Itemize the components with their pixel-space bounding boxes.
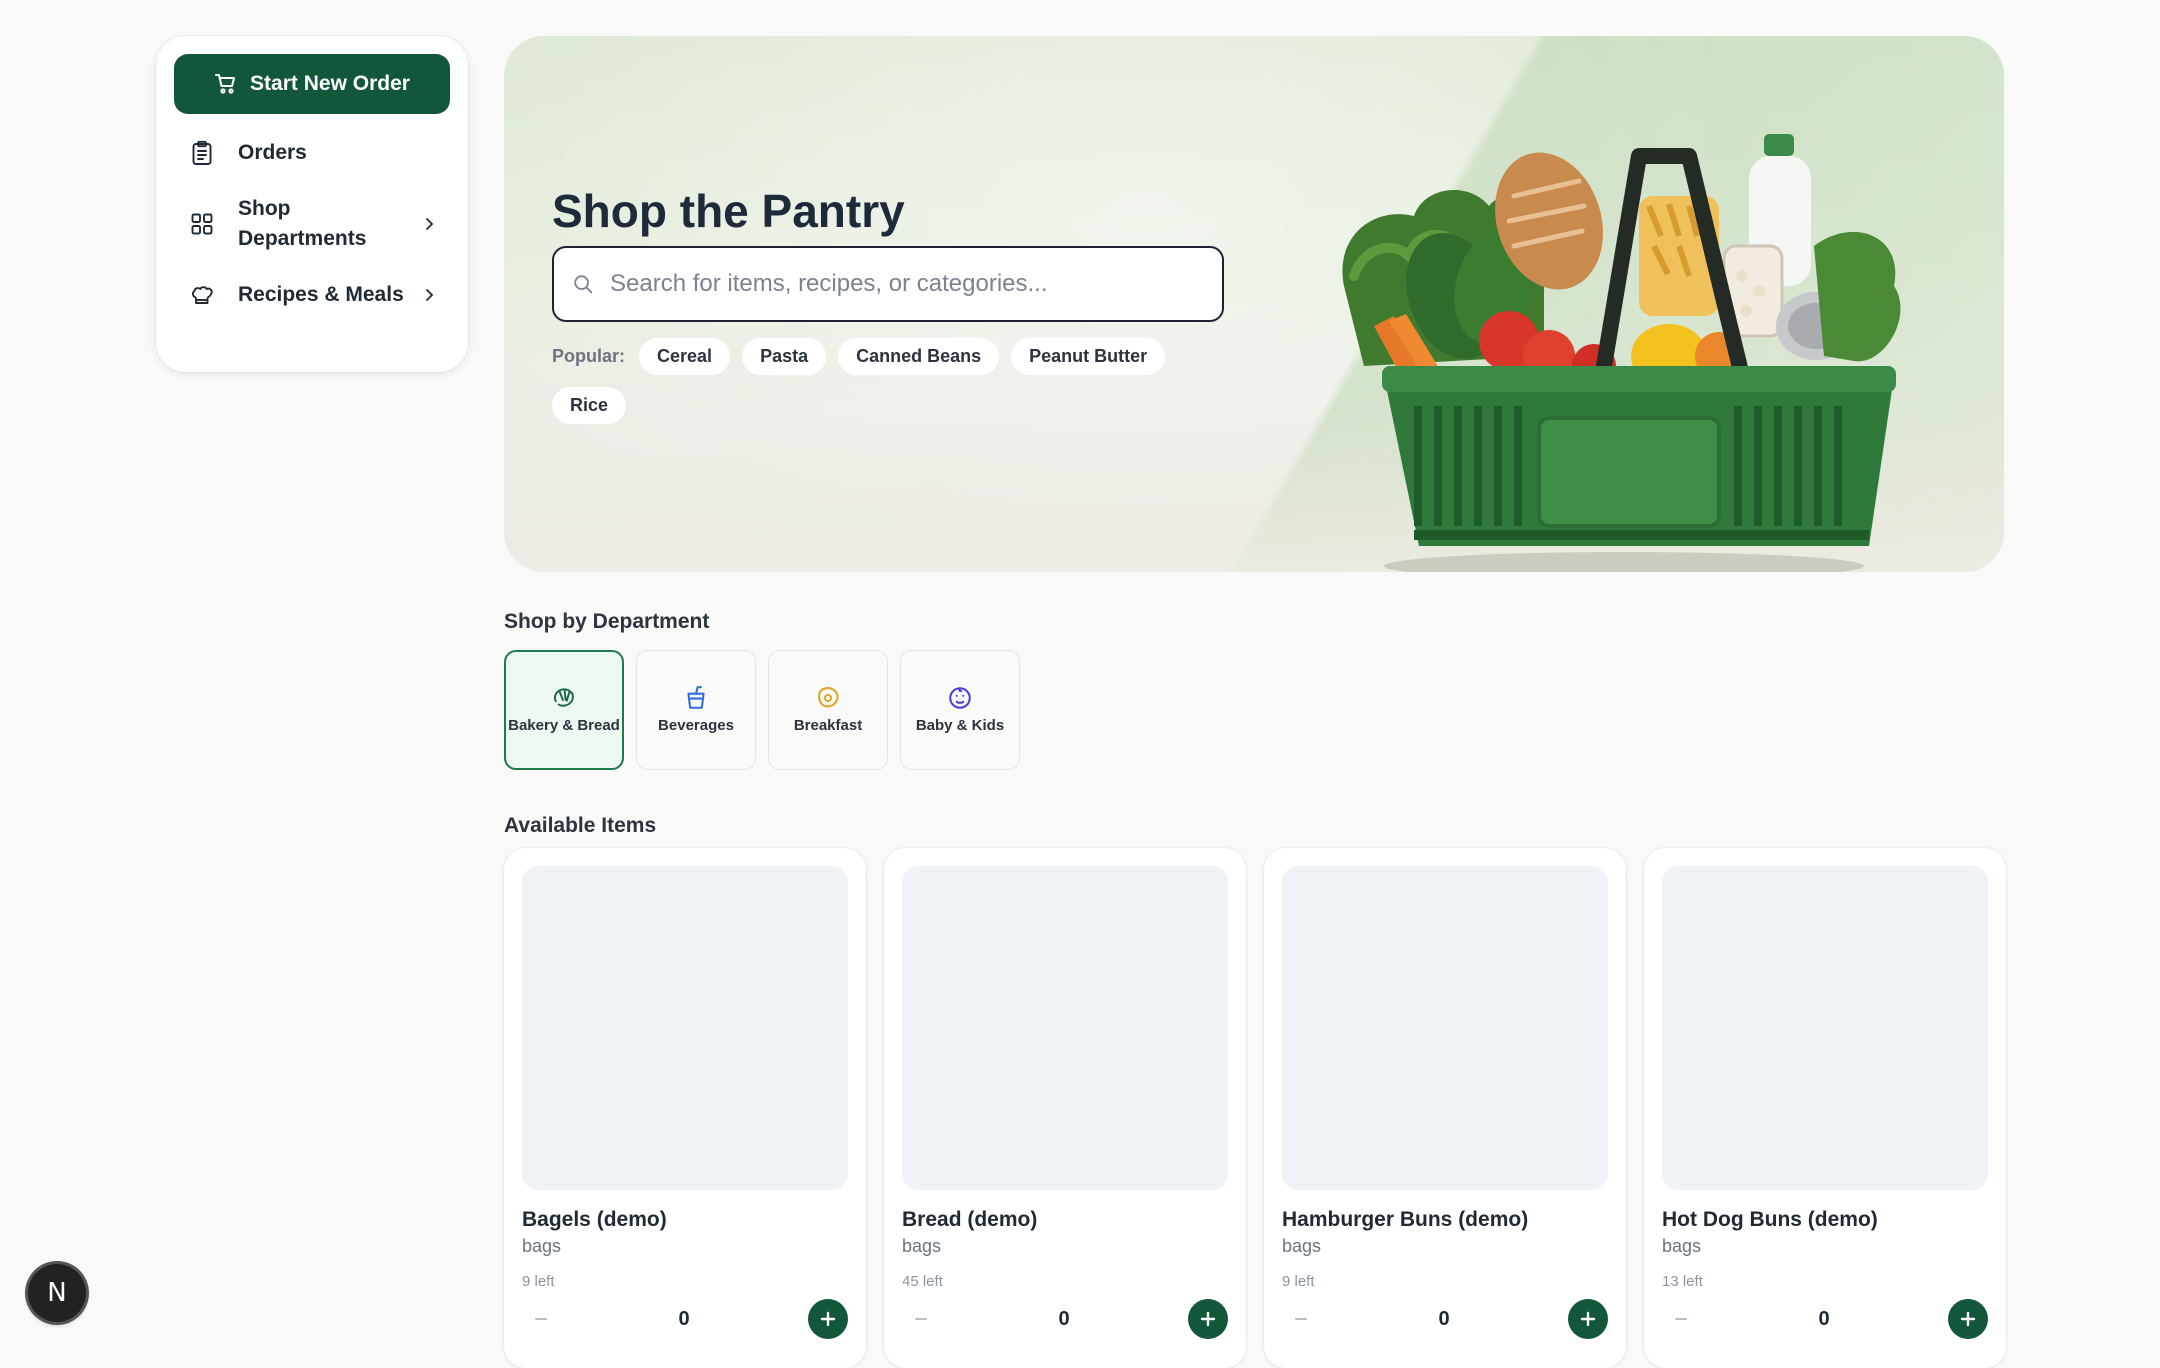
grid-icon bbox=[190, 212, 216, 236]
sidebar-item-orders[interactable]: Orders bbox=[174, 138, 450, 168]
department-label: Baby & Kids bbox=[915, 717, 1005, 734]
popular-chip-rice[interactable]: Rice bbox=[552, 387, 627, 424]
departments-title: Shop by Department bbox=[504, 610, 710, 633]
item-unit: bags bbox=[1282, 1236, 1322, 1256]
chef-hat-icon bbox=[190, 283, 216, 307]
increase-button[interactable] bbox=[1948, 1299, 1988, 1339]
chevron-right-icon bbox=[422, 286, 440, 304]
minus-icon bbox=[1675, 1318, 1687, 1320]
decrease-button[interactable] bbox=[522, 1300, 560, 1338]
increase-button[interactable] bbox=[1188, 1299, 1228, 1339]
croissant-icon bbox=[551, 685, 577, 711]
quantity-stepper: 0 bbox=[1282, 1299, 1608, 1339]
quantity-stepper: 0 bbox=[902, 1299, 1228, 1339]
popular-searches: Popular: Cereal Pasta Canned Beans Peanu… bbox=[552, 338, 1192, 424]
plus-icon bbox=[1200, 1311, 1216, 1327]
hero-title: Shop the Pantry bbox=[552, 185, 905, 237]
quantity-stepper: 0 bbox=[522, 1299, 848, 1339]
item-card[interactable]: Bread (demo) bags 45 left 0 bbox=[884, 848, 1246, 1368]
item-stock: 9 left bbox=[522, 1273, 555, 1290]
start-new-order-label: Start New Order bbox=[250, 72, 410, 95]
clipboard-icon bbox=[190, 140, 216, 166]
department-baby-kids[interactable]: Baby & Kids bbox=[900, 650, 1020, 770]
item-stock: 13 left bbox=[1662, 1273, 1703, 1290]
item-stock: 9 left bbox=[1282, 1273, 1315, 1290]
item-card[interactable]: Bagels (demo) bags 9 left 0 bbox=[504, 848, 866, 1368]
department-label: Bakery & Bread bbox=[508, 717, 620, 734]
quantity-value: 0 bbox=[1058, 1307, 1070, 1330]
quantity-value: 0 bbox=[1818, 1307, 1830, 1330]
plus-icon bbox=[1960, 1311, 1976, 1327]
item-name: Bread (demo) bbox=[902, 1208, 1038, 1231]
item-image-placeholder bbox=[902, 866, 1228, 1190]
cup-icon bbox=[683, 685, 709, 711]
item-card[interactable]: Hot Dog Buns (demo) bags 13 left 0 bbox=[1644, 848, 2006, 1368]
quantity-value: 0 bbox=[1438, 1307, 1450, 1330]
item-card[interactable]: Hamburger Buns (demo) bags 9 left 0 bbox=[1264, 848, 1626, 1368]
popular-label: Popular: bbox=[552, 346, 626, 366]
decrease-button[interactable] bbox=[902, 1300, 940, 1338]
sidebar-item-recipes-meals[interactable]: Recipes & Meals bbox=[174, 280, 450, 310]
plus-icon bbox=[1580, 1311, 1596, 1327]
item-image-placeholder bbox=[1662, 866, 1988, 1190]
minus-icon bbox=[915, 1318, 927, 1320]
sidebar-item-label: Recipes & Meals bbox=[238, 283, 404, 306]
department-label: Breakfast bbox=[793, 717, 863, 734]
item-name: Bagels (demo) bbox=[522, 1208, 667, 1231]
minus-icon bbox=[1295, 1318, 1307, 1320]
search-input[interactable] bbox=[610, 270, 1190, 298]
available-items-title: Available Items bbox=[504, 814, 657, 837]
item-name: Hot Dog Buns (demo) bbox=[1662, 1208, 1878, 1231]
minus-icon bbox=[535, 1318, 547, 1320]
search-icon bbox=[572, 273, 594, 295]
item-unit: bags bbox=[902, 1236, 942, 1256]
item-image-placeholder bbox=[522, 866, 848, 1190]
quantity-stepper: 0 bbox=[1662, 1299, 1988, 1339]
start-new-order-button[interactable]: Start New Order bbox=[174, 54, 450, 114]
item-unit: bags bbox=[1662, 1236, 1702, 1256]
decrease-button[interactable] bbox=[1662, 1300, 1700, 1338]
sidebar-item-shop-departments[interactable]: Shop Departments bbox=[174, 194, 450, 254]
decrease-button[interactable] bbox=[1282, 1300, 1320, 1338]
department-label: Beverages bbox=[658, 717, 734, 734]
sidebar-item-label: Orders bbox=[238, 141, 307, 164]
chevron-right-icon bbox=[422, 215, 440, 233]
popular-chip-canned-beans[interactable]: Canned Beans bbox=[838, 338, 1000, 375]
sidebar: Start New Order Orders Shop Departments bbox=[156, 36, 468, 372]
item-grid: Bagels (demo) bags 9 left 0 Bread (demo)… bbox=[504, 848, 2006, 1368]
item-name: Hamburger Buns (demo) bbox=[1282, 1208, 1529, 1231]
item-stock: 45 left bbox=[902, 1273, 943, 1290]
increase-button[interactable] bbox=[1568, 1299, 1608, 1339]
quantity-value: 0 bbox=[678, 1307, 690, 1330]
cart-icon bbox=[214, 72, 238, 96]
popular-chip-cereal[interactable]: Cereal bbox=[639, 338, 731, 375]
egg-icon bbox=[815, 685, 841, 711]
department-bakery-bread[interactable]: Bakery & Bread bbox=[504, 650, 624, 770]
item-unit: bags bbox=[522, 1236, 562, 1256]
department-list: Bakery & Bread Beverages Breakfast Baby … bbox=[504, 650, 1020, 770]
search-bar[interactable] bbox=[552, 246, 1224, 322]
baby-icon bbox=[947, 685, 973, 711]
department-beverages[interactable]: Beverages bbox=[636, 650, 756, 770]
plus-icon bbox=[820, 1311, 836, 1327]
increase-button[interactable] bbox=[808, 1299, 848, 1339]
dev-tools-badge[interactable]: N bbox=[28, 1264, 86, 1322]
hero-banner: Shop the Pantry Popular: Cereal Pasta Ca… bbox=[504, 36, 2004, 572]
popular-chip-peanut-butter[interactable]: Peanut Butter bbox=[1011, 338, 1166, 375]
grocery-basket-image bbox=[1294, 126, 1934, 572]
item-image-placeholder bbox=[1282, 866, 1608, 1190]
department-breakfast[interactable]: Breakfast bbox=[768, 650, 888, 770]
popular-chip-pasta[interactable]: Pasta bbox=[742, 338, 827, 375]
sidebar-item-label: Shop Departments bbox=[238, 197, 367, 250]
